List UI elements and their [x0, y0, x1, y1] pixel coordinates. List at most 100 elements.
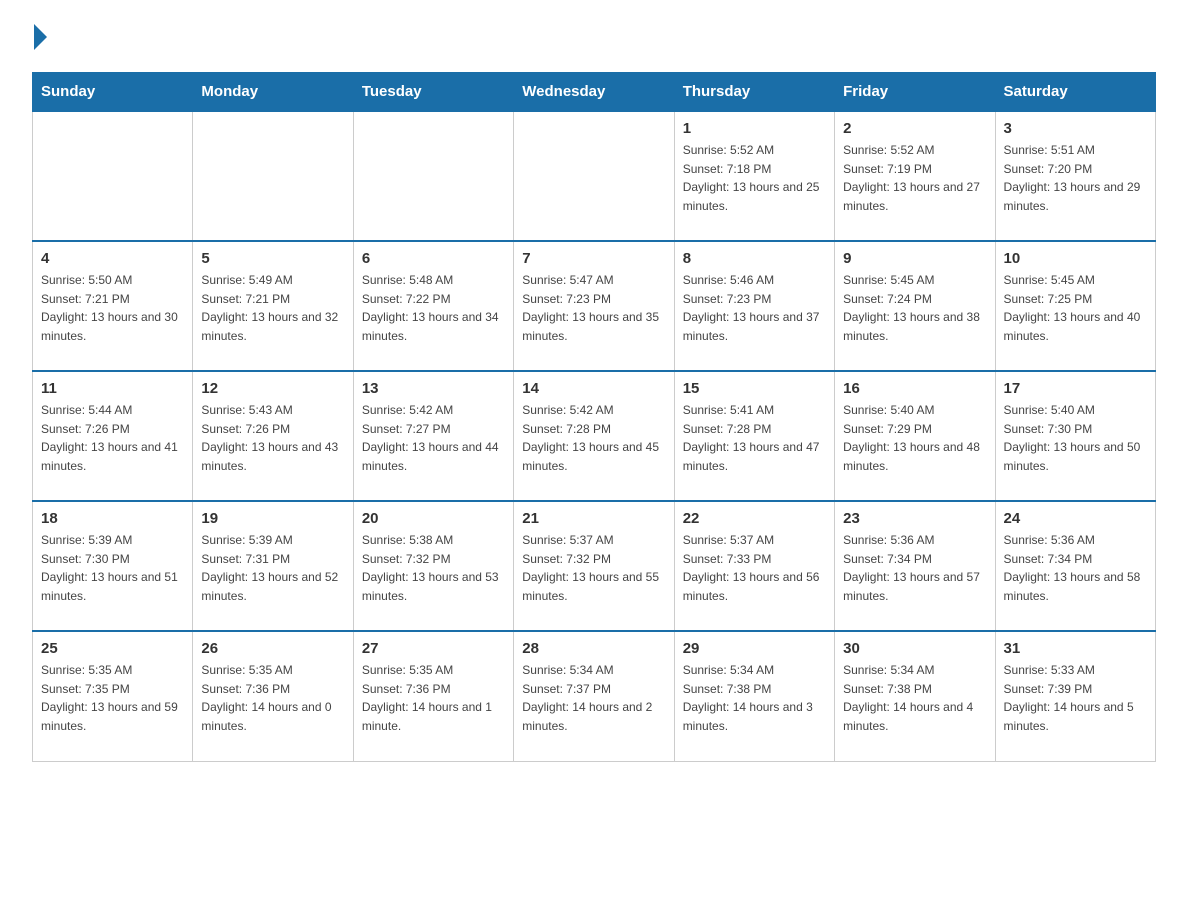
day-number: 9: [843, 250, 986, 267]
calendar-week-row: 18 Sunrise: 5:39 AM Sunset: 7:30 PM Dayli…: [33, 501, 1156, 631]
calendar-cell: 28 Sunrise: 5:34 AM Sunset: 7:37 PM Dayli…: [514, 631, 674, 761]
calendar-cell: 15 Sunrise: 5:41 AM Sunset: 7:28 PM Dayli…: [674, 371, 834, 501]
calendar-cell: 25Sunrise: 5:35 AM Sunset: 7:35 PM Dayli…: [33, 631, 193, 761]
calendar-cell: 26 Sunrise: 5:35 AM Sunset: 7:36 PM Dayli…: [193, 631, 353, 761]
day-number: 18: [41, 510, 184, 527]
day-number: 11: [41, 380, 184, 397]
logo: [32, 24, 49, 54]
page-header: [32, 24, 1156, 54]
day-number: 30: [843, 640, 986, 657]
calendar-cell: 7 Sunrise: 5:47 AM Sunset: 7:23 PM Daylig…: [514, 241, 674, 371]
day-number: 10: [1004, 250, 1147, 267]
calendar-cell: 6 Sunrise: 5:48 AM Sunset: 7:22 PM Daylig…: [353, 241, 513, 371]
day-info: Sunrise: 5:33 AM Sunset: 7:39 PM Dayligh…: [1004, 661, 1147, 735]
day-number: 20: [362, 510, 505, 527]
calendar-cell: 10 Sunrise: 5:45 AM Sunset: 7:25 PM Dayli…: [995, 241, 1155, 371]
day-info: Sunrise: 5:44 AM Sunset: 7:26 PM Dayligh…: [41, 401, 184, 475]
day-info: Sunrise: 5:47 AM Sunset: 7:23 PM Dayligh…: [522, 271, 665, 345]
calendar-cell: 16 Sunrise: 5:40 AM Sunset: 7:29 PM Dayli…: [835, 371, 995, 501]
calendar-cell: 23 Sunrise: 5:36 AM Sunset: 7:34 PM Dayli…: [835, 501, 995, 631]
day-info: Sunrise: 5:35 AM Sunset: 7:36 PM Dayligh…: [201, 661, 344, 735]
calendar-week-row: 25Sunrise: 5:35 AM Sunset: 7:35 PM Dayli…: [33, 631, 1156, 761]
day-info: Sunrise: 5:52 AM Sunset: 7:19 PM Dayligh…: [843, 141, 986, 215]
calendar-cell: [33, 111, 193, 241]
day-info: Sunrise: 5:38 AM Sunset: 7:32 PM Dayligh…: [362, 531, 505, 605]
day-info: Sunrise: 5:37 AM Sunset: 7:33 PM Dayligh…: [683, 531, 826, 605]
day-info: Sunrise: 5:41 AM Sunset: 7:28 PM Dayligh…: [683, 401, 826, 475]
calendar-table: SundayMondayTuesdayWednesdayThursdayFrid…: [32, 72, 1156, 762]
day-number: 4: [41, 250, 184, 267]
day-number: 15: [683, 380, 826, 397]
calendar-cell: 5Sunrise: 5:49 AM Sunset: 7:21 PM Daylig…: [193, 241, 353, 371]
calendar-cell: 11 Sunrise: 5:44 AM Sunset: 7:26 PM Dayli…: [33, 371, 193, 501]
day-info: Sunrise: 5:36 AM Sunset: 7:34 PM Dayligh…: [843, 531, 986, 605]
calendar-cell: 8 Sunrise: 5:46 AM Sunset: 7:23 PM Daylig…: [674, 241, 834, 371]
day-number: 28: [522, 640, 665, 657]
day-info: Sunrise: 5:51 AM Sunset: 7:20 PM Dayligh…: [1004, 141, 1147, 215]
calendar-cell: 17 Sunrise: 5:40 AM Sunset: 7:30 PM Dayli…: [995, 371, 1155, 501]
calendar-cell: [353, 111, 513, 241]
day-info: Sunrise: 5:50 AM Sunset: 7:21 PM Dayligh…: [41, 271, 184, 345]
day-info: Sunrise: 5:39 AM Sunset: 7:31 PM Dayligh…: [201, 531, 344, 605]
day-info: Sunrise: 5:39 AM Sunset: 7:30 PM Dayligh…: [41, 531, 184, 605]
calendar-cell: 3 Sunrise: 5:51 AM Sunset: 7:20 PM Daylig…: [995, 111, 1155, 241]
day-info: Sunrise: 5:34 AM Sunset: 7:38 PM Dayligh…: [683, 661, 826, 735]
logo-triangle-icon: [34, 24, 47, 50]
calendar-cell: 30 Sunrise: 5:34 AM Sunset: 7:38 PM Dayli…: [835, 631, 995, 761]
weekday-header-monday: Monday: [193, 73, 353, 112]
day-info: Sunrise: 5:49 AM Sunset: 7:21 PM Dayligh…: [201, 271, 344, 345]
day-info: Sunrise: 5:34 AM Sunset: 7:38 PM Dayligh…: [843, 661, 986, 735]
day-number: 16: [843, 380, 986, 397]
calendar-cell: 18 Sunrise: 5:39 AM Sunset: 7:30 PM Dayli…: [33, 501, 193, 631]
day-info: Sunrise: 5:46 AM Sunset: 7:23 PM Dayligh…: [683, 271, 826, 345]
calendar-cell: 4 Sunrise: 5:50 AM Sunset: 7:21 PM Daylig…: [33, 241, 193, 371]
calendar-cell: 21Sunrise: 5:37 AM Sunset: 7:32 PM Dayli…: [514, 501, 674, 631]
day-number: 22: [683, 510, 826, 527]
day-number: 13: [362, 380, 505, 397]
calendar-week-row: 11 Sunrise: 5:44 AM Sunset: 7:26 PM Dayli…: [33, 371, 1156, 501]
day-number: 8: [683, 250, 826, 267]
day-info: Sunrise: 5:34 AM Sunset: 7:37 PM Dayligh…: [522, 661, 665, 735]
calendar-cell: 27Sunrise: 5:35 AM Sunset: 7:36 PM Dayli…: [353, 631, 513, 761]
day-info: Sunrise: 5:45 AM Sunset: 7:24 PM Dayligh…: [843, 271, 986, 345]
day-number: 27: [362, 640, 505, 657]
weekday-header-saturday: Saturday: [995, 73, 1155, 112]
day-info: Sunrise: 5:52 AM Sunset: 7:18 PM Dayligh…: [683, 141, 826, 215]
day-info: Sunrise: 5:36 AM Sunset: 7:34 PM Dayligh…: [1004, 531, 1147, 605]
day-number: 23: [843, 510, 986, 527]
weekday-header-row: SundayMondayTuesdayWednesdayThursdayFrid…: [33, 73, 1156, 112]
day-info: Sunrise: 5:45 AM Sunset: 7:25 PM Dayligh…: [1004, 271, 1147, 345]
weekday-header-sunday: Sunday: [33, 73, 193, 112]
day-info: Sunrise: 5:40 AM Sunset: 7:29 PM Dayligh…: [843, 401, 986, 475]
day-number: 17: [1004, 380, 1147, 397]
day-number: 14: [522, 380, 665, 397]
day-number: 12: [201, 380, 344, 397]
day-number: 6: [362, 250, 505, 267]
day-info: Sunrise: 5:42 AM Sunset: 7:27 PM Dayligh…: [362, 401, 505, 475]
day-number: 19: [201, 510, 344, 527]
weekday-header-thursday: Thursday: [674, 73, 834, 112]
calendar-cell: 24Sunrise: 5:36 AM Sunset: 7:34 PM Dayli…: [995, 501, 1155, 631]
calendar-week-row: 1 Sunrise: 5:52 AM Sunset: 7:18 PM Daylig…: [33, 111, 1156, 241]
day-info: Sunrise: 5:48 AM Sunset: 7:22 PM Dayligh…: [362, 271, 505, 345]
calendar-cell: [514, 111, 674, 241]
calendar-cell: 29 Sunrise: 5:34 AM Sunset: 7:38 PM Dayli…: [674, 631, 834, 761]
day-info: Sunrise: 5:40 AM Sunset: 7:30 PM Dayligh…: [1004, 401, 1147, 475]
calendar-week-row: 4 Sunrise: 5:50 AM Sunset: 7:21 PM Daylig…: [33, 241, 1156, 371]
weekday-header-friday: Friday: [835, 73, 995, 112]
day-number: 29: [683, 640, 826, 657]
day-number: 25: [41, 640, 184, 657]
calendar-cell: 22 Sunrise: 5:37 AM Sunset: 7:33 PM Dayli…: [674, 501, 834, 631]
day-number: 26: [201, 640, 344, 657]
calendar-cell: 19 Sunrise: 5:39 AM Sunset: 7:31 PM Dayli…: [193, 501, 353, 631]
day-number: 7: [522, 250, 665, 267]
weekday-header-wednesday: Wednesday: [514, 73, 674, 112]
day-number: 21: [522, 510, 665, 527]
calendar-cell: [193, 111, 353, 241]
weekday-header-tuesday: Tuesday: [353, 73, 513, 112]
calendar-cell: 9 Sunrise: 5:45 AM Sunset: 7:24 PM Daylig…: [835, 241, 995, 371]
calendar-cell: 2Sunrise: 5:52 AM Sunset: 7:19 PM Daylig…: [835, 111, 995, 241]
day-number: 1: [683, 120, 826, 137]
calendar-cell: 14Sunrise: 5:42 AM Sunset: 7:28 PM Dayli…: [514, 371, 674, 501]
day-number: 3: [1004, 120, 1147, 137]
